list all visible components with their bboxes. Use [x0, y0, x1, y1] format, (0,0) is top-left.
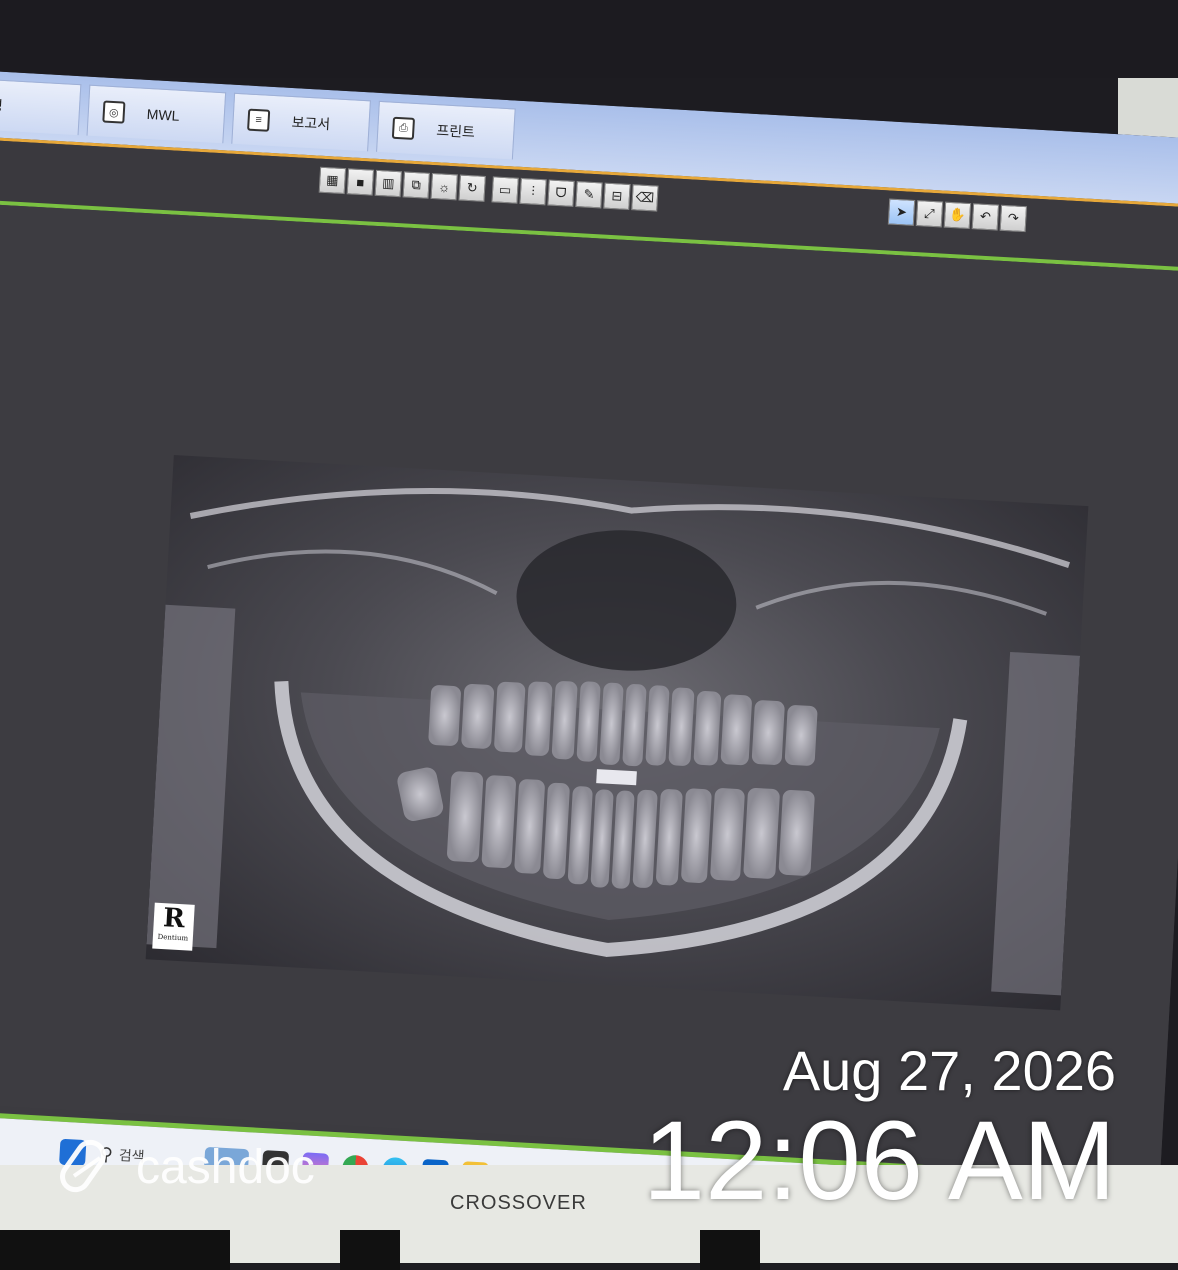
monitor-brand-label: CROSSOVER: [450, 1192, 587, 1214]
dual-view-icon[interactable]: ▥: [374, 169, 403, 198]
tab-capture[interactable]: 촬영: [0, 77, 82, 136]
cable: [340, 1230, 400, 1270]
tab-print-label: 프린트: [435, 122, 476, 141]
timestamp-date: Aug 27, 2026: [782, 1039, 1116, 1102]
tab-mwl-label: MWL: [146, 105, 180, 124]
tab-print[interactable]: ⎙ 프린트: [376, 100, 516, 160]
rotate-icon[interactable]: ↻: [458, 174, 486, 202]
cable: [700, 1230, 760, 1270]
orientation-marker: R Dentium: [152, 902, 195, 951]
implant-icon[interactable]: ⫶: [519, 177, 547, 206]
tab-capture-label: 촬영: [0, 96, 4, 114]
single-view-icon[interactable]: ■: [346, 168, 375, 196]
grid-layout-icon[interactable]: ▦: [318, 166, 347, 195]
document-icon: ≡: [247, 108, 271, 132]
measure-icon[interactable]: ⊟: [603, 182, 631, 211]
image-viewer[interactable]: R Dentium: [0, 202, 1178, 1172]
cashdoc-logo-icon: [60, 1139, 106, 1193]
marker-brand: Dentium: [157, 932, 189, 943]
tab-mwl[interactable]: ◎ MWL: [86, 84, 227, 144]
redo-icon[interactable]: ↷: [999, 204, 1028, 233]
tab-report-label: 보고서: [291, 114, 331, 133]
undo-icon[interactable]: ↶: [971, 203, 1000, 231]
worklist-icon: ◎: [102, 100, 126, 124]
tooth-icon[interactable]: ᗜ: [547, 179, 575, 207]
ruler-icon[interactable]: ▭: [491, 176, 519, 204]
pointer-icon[interactable]: ➤: [887, 198, 916, 226]
tab-report[interactable]: ≡ 보고서: [231, 92, 371, 152]
brightness-icon[interactable]: ☼: [430, 172, 458, 201]
cable: [0, 1230, 230, 1270]
pen-icon[interactable]: ✎: [575, 181, 603, 209]
camera-watermark: cashdoc: [60, 1132, 315, 1202]
printer-icon: ⎙: [391, 116, 416, 140]
panoramic-xray-image[interactable]: R Dentium: [145, 454, 1089, 1011]
watermark-text: cashdoc: [136, 1140, 315, 1194]
top-bezel: [0, 0, 1178, 78]
pan-icon[interactable]: ✋: [943, 201, 972, 230]
marker-letter: R: [162, 903, 186, 935]
eraser-icon[interactable]: ⌫: [631, 184, 659, 212]
timestamp-time: 12:06 AM: [642, 1098, 1116, 1223]
export-icon[interactable]: ⧉: [402, 171, 430, 199]
fit-icon[interactable]: ⤢: [915, 200, 944, 228]
xray-drawing: [146, 488, 1081, 996]
